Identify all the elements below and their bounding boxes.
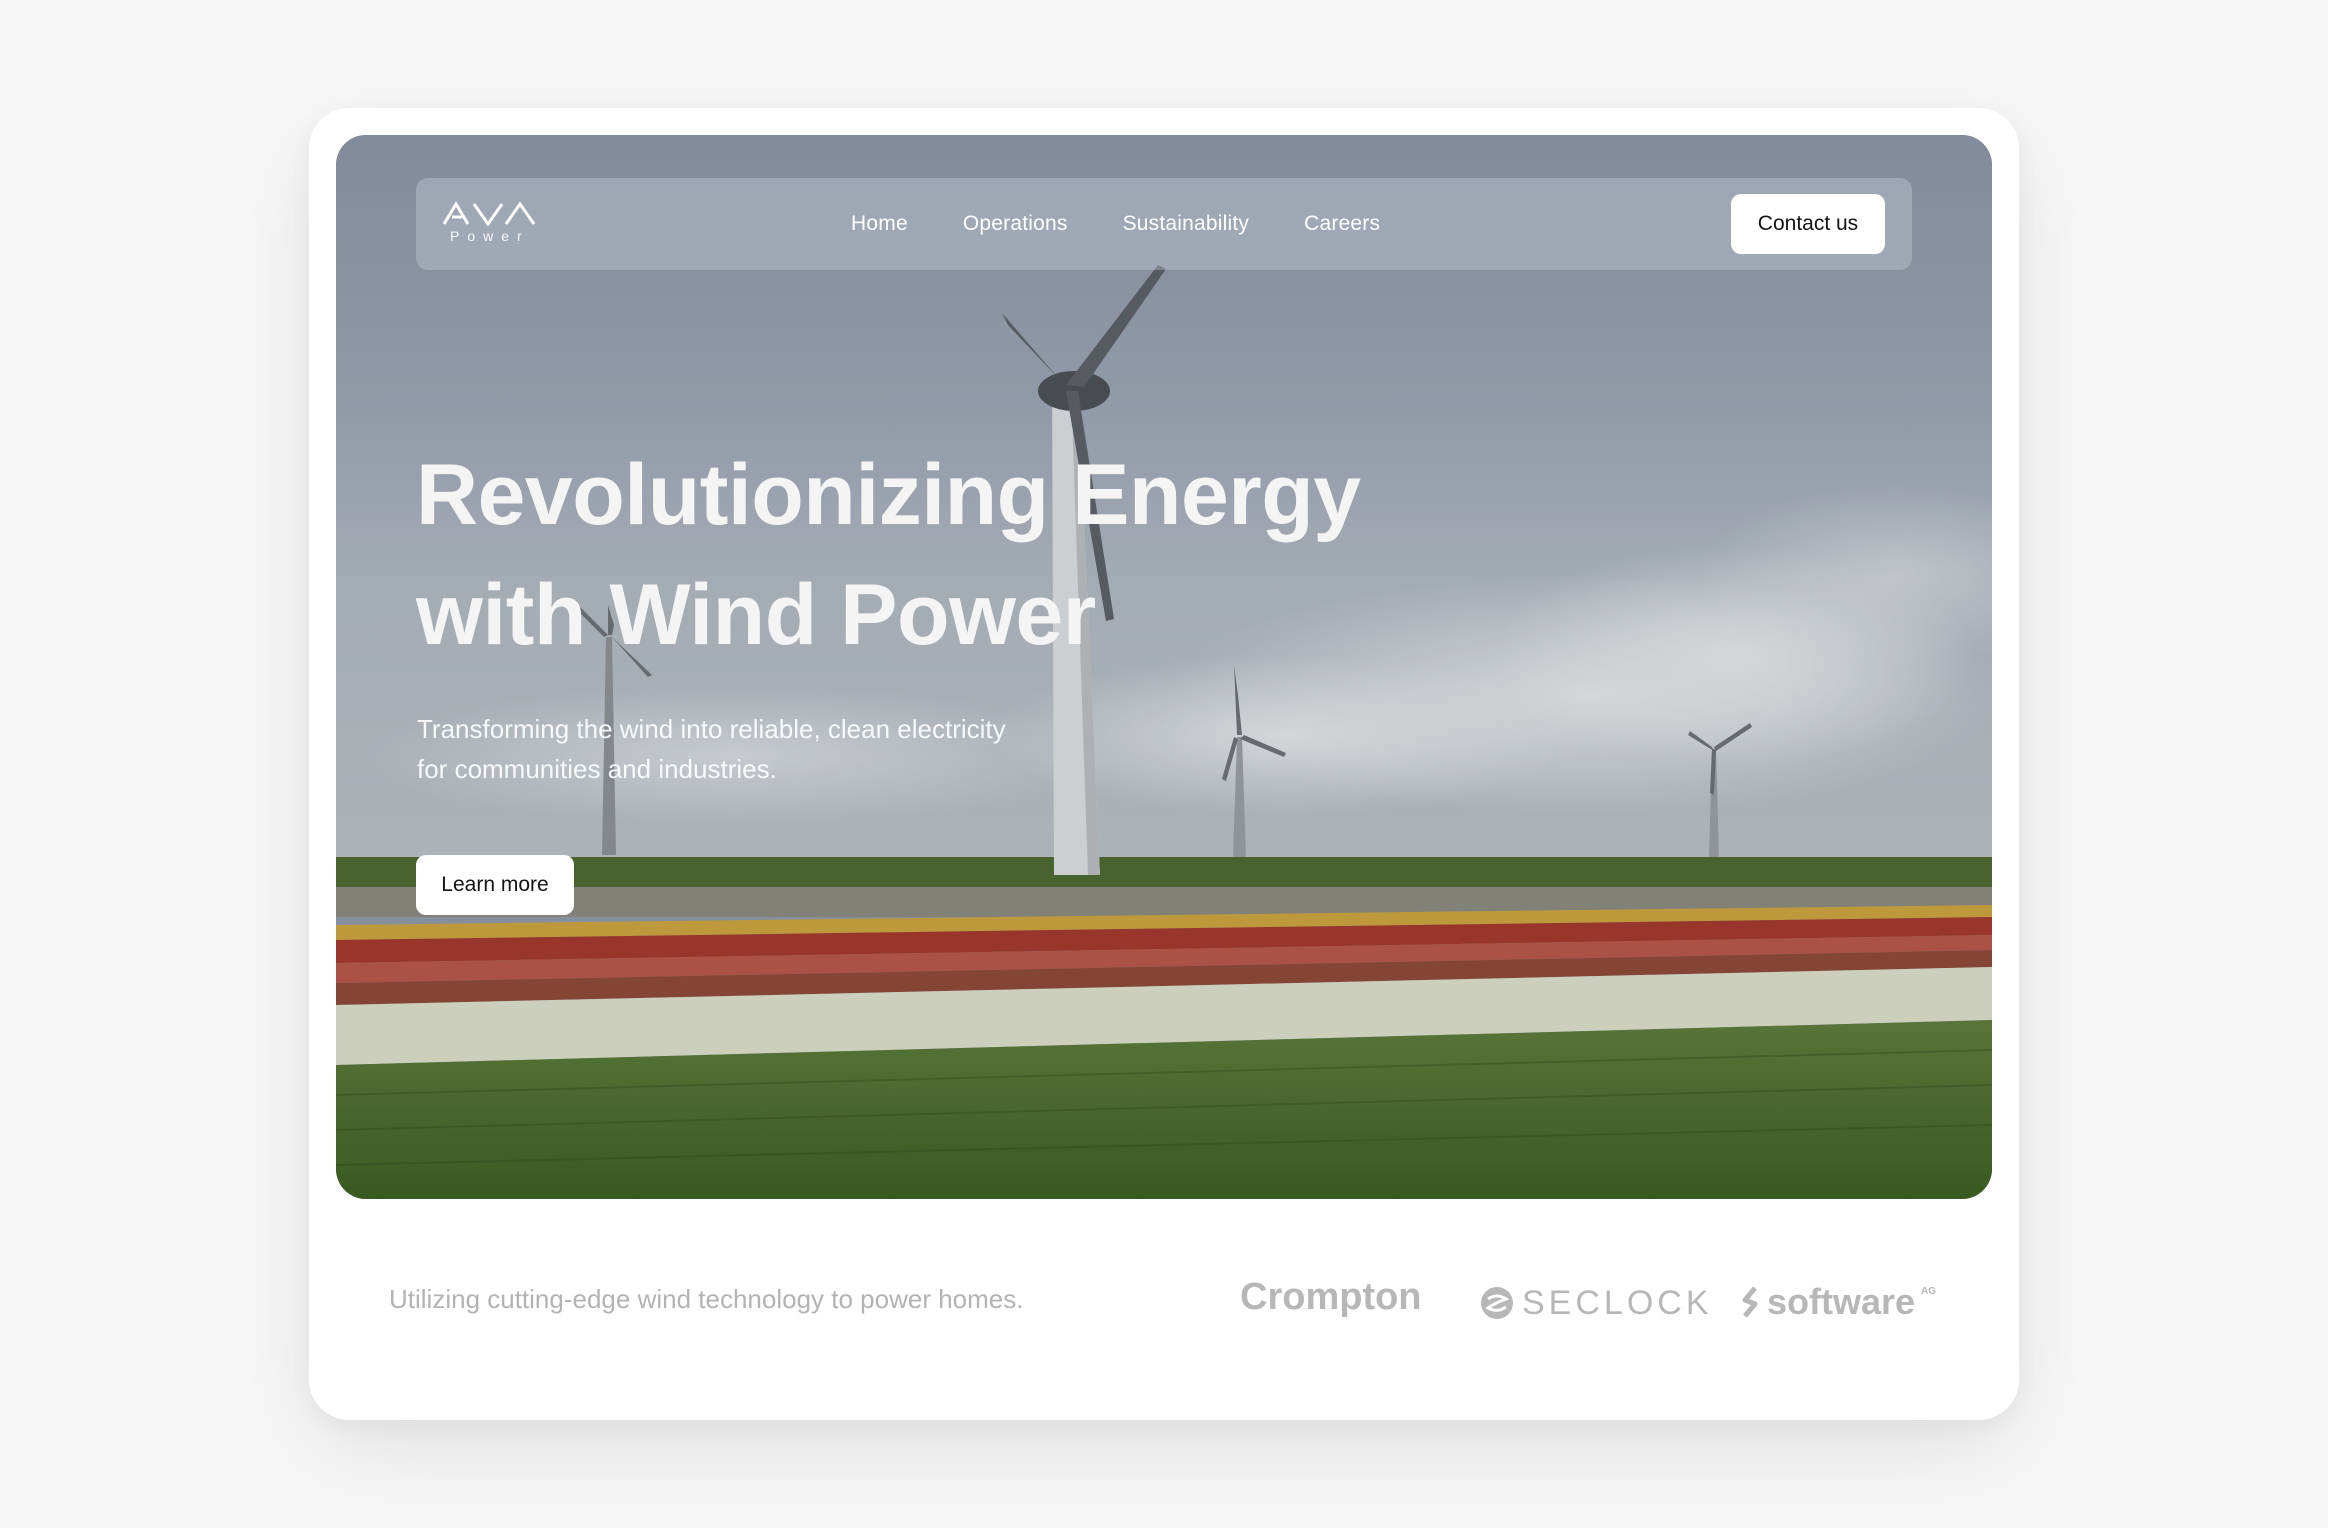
nav-link-sustainability[interactable]: Sustainability xyxy=(1123,212,1250,236)
brand-logo[interactable]: Power xyxy=(442,200,536,248)
software-wordmark: software xyxy=(1767,1281,1916,1322)
contact-us-button[interactable]: Contact us xyxy=(1731,194,1885,254)
hero-subtitle: Transforming the wind into reliable, cle… xyxy=(417,709,1137,789)
learn-more-button[interactable]: Learn more xyxy=(416,855,574,915)
hero-subtitle-line-2: for communities and industries. xyxy=(417,754,777,784)
hero-title-line-1: Revolutionizing Energy xyxy=(416,447,1361,543)
nav-link-careers[interactable]: Careers xyxy=(1304,212,1380,236)
footer-tagline: Utilizing cutting-edge wind technology t… xyxy=(389,1284,1024,1314)
hero-subtitle-line-1: Transforming the wind into reliable, cle… xyxy=(417,714,1006,744)
partner-logo-software-ag: software AG xyxy=(1739,1280,1936,1324)
logo-subtext: Power xyxy=(450,228,530,244)
hero-section: Power Home Operations Sustainability Car… xyxy=(336,135,1992,1199)
nav-link-operations[interactable]: Operations xyxy=(963,212,1068,236)
seclock-logo-icon xyxy=(1481,1287,1513,1319)
software-ag-suffix: AG xyxy=(1921,1286,1937,1297)
ava-logo-mark-icon xyxy=(442,201,536,226)
nav-links: Home Operations Sustainability Careers xyxy=(851,178,1380,270)
landing-card: Power Home Operations Sustainability Car… xyxy=(309,108,2019,1420)
hero-title: Revolutionizing Energy with Wind Power xyxy=(416,435,1416,675)
seclock-wordmark: SECLOCK xyxy=(1522,1283,1713,1322)
partner-logo-seclock: SECLOCK xyxy=(1480,1281,1713,1325)
partner-logo-crompton: Crompton xyxy=(1240,1276,1422,1318)
top-navbar: Power Home Operations Sustainability Car… xyxy=(416,178,1912,270)
hero-title-line-2: with Wind Power xyxy=(416,567,1096,663)
nav-link-home[interactable]: Home xyxy=(851,212,908,236)
software-ag-logo-icon xyxy=(1742,1286,1758,1318)
